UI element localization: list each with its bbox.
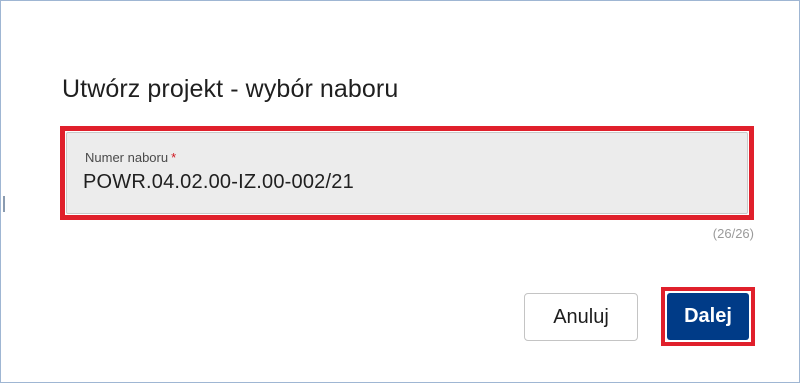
- next-button[interactable]: Dalej: [667, 293, 749, 340]
- recruitment-number-value[interactable]: POWR.04.02.00-IZ.00-002/21: [83, 171, 354, 194]
- field-label-wrapper: Numer naboru *: [85, 150, 176, 165]
- dialog-title: Utwórz projekt - wybór naboru: [62, 75, 399, 103]
- field-label: Numer naboru: [85, 150, 169, 165]
- recruitment-number-field[interactable]: Numer naboru * POWR.04.02.00-IZ.00-002/21: [66, 132, 748, 214]
- required-asterisk: *: [171, 150, 177, 165]
- cancel-button[interactable]: Anuluj: [524, 293, 638, 341]
- background-edge-mark: [3, 196, 5, 212]
- character-counter: (26/26): [712, 226, 754, 241]
